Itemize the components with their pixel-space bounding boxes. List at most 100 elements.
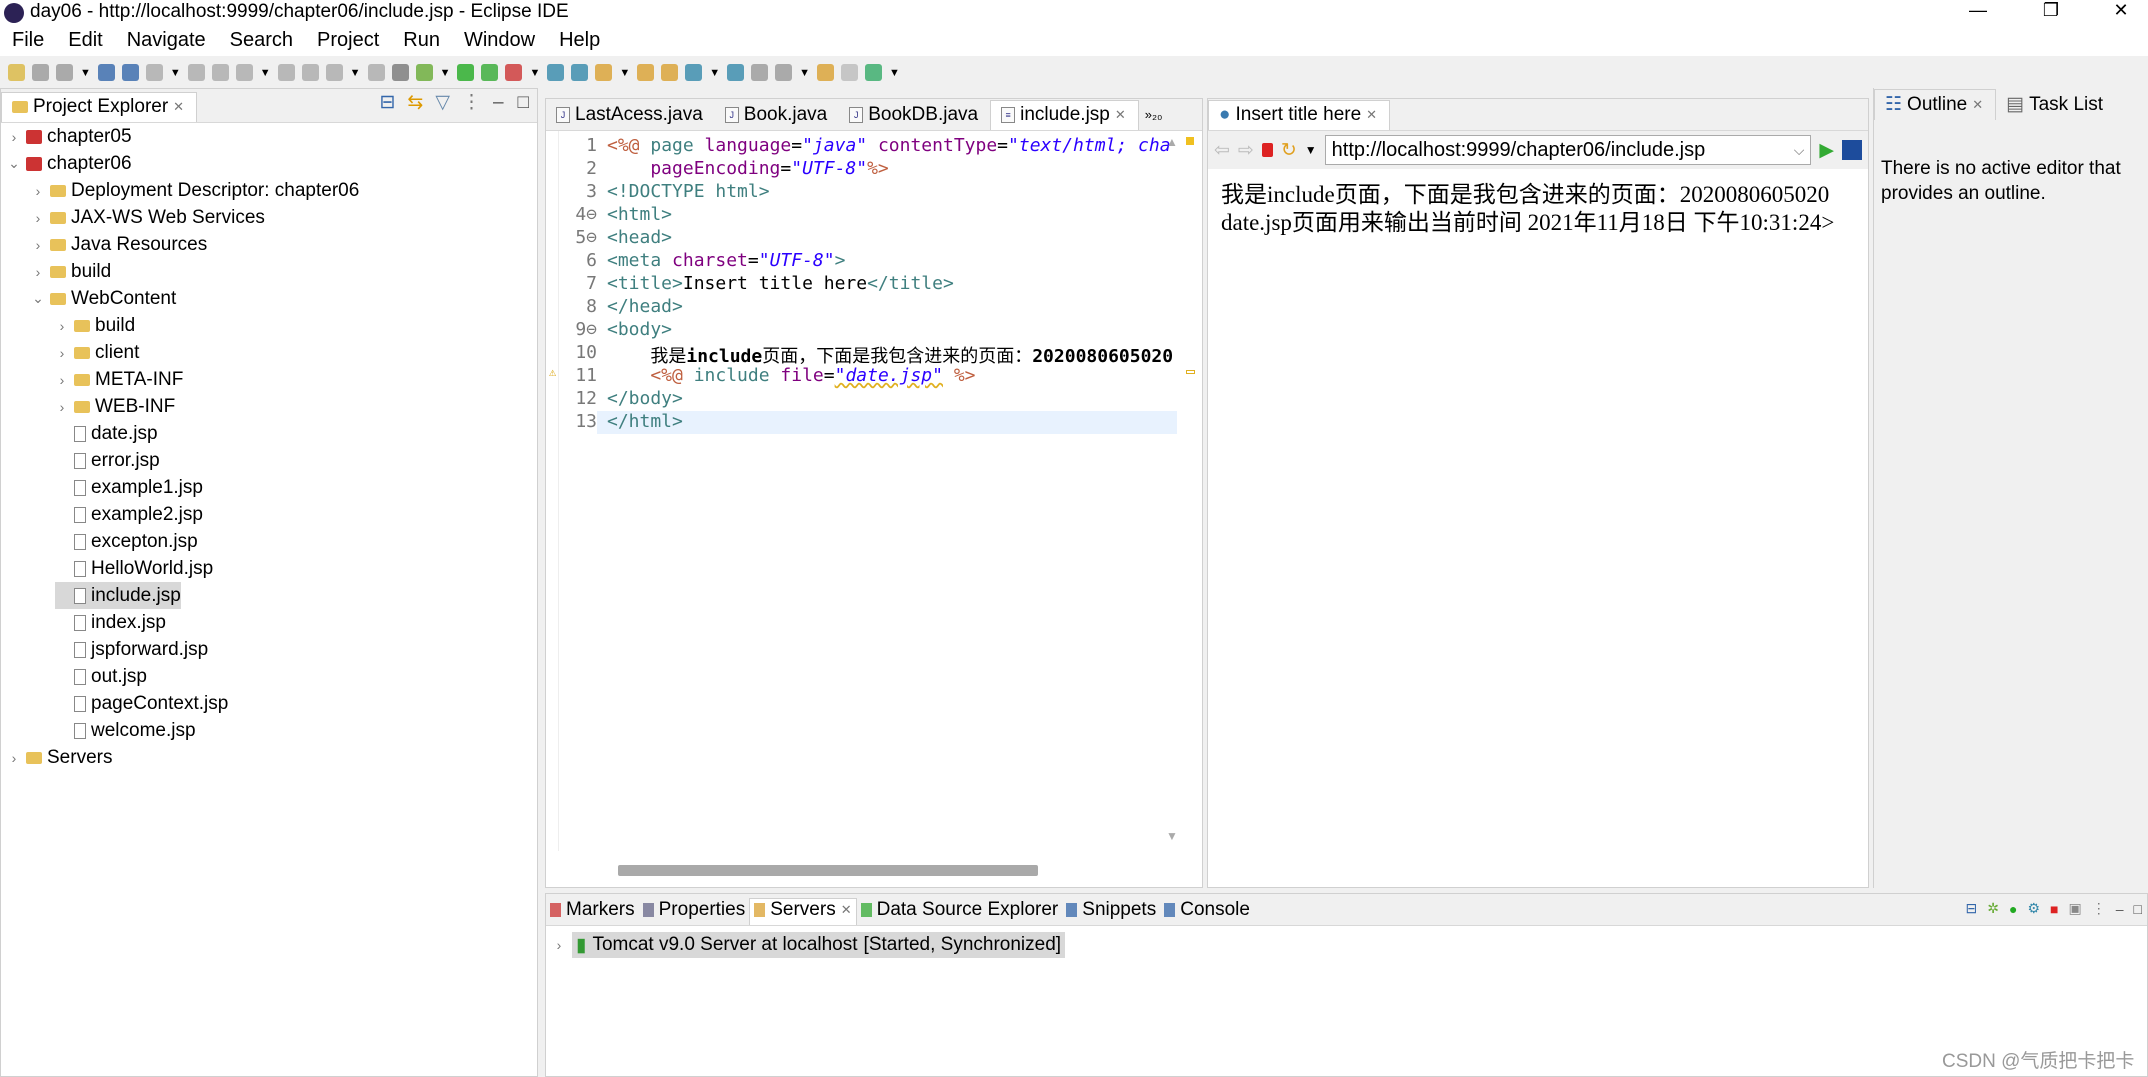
tab-book-java[interactable]: J Book.java — [715, 104, 839, 130]
expand-icon[interactable]: › — [7, 750, 21, 766]
expand-icon[interactable]: › — [55, 318, 69, 334]
coverage-icon[interactable] — [481, 64, 499, 81]
link-with-editor-icon[interactable]: ⇆ — [401, 91, 429, 122]
expand-icon[interactable]: › — [55, 372, 69, 388]
tree-item[interactable]: ⌄ chapter06 — [7, 150, 131, 177]
dropdown-icon[interactable]: ▼ — [170, 67, 181, 79]
dropdown-icon[interactable]: ▼ — [619, 67, 630, 79]
horizontal-scrollbar[interactable] — [618, 865, 1038, 876]
stop-icon[interactable] — [211, 64, 229, 81]
server-row[interactable]: › ▮ Tomcat v9.0 Server at localhost [Sta… — [552, 932, 2147, 958]
tree-item[interactable]: excepton.jsp — [55, 528, 198, 555]
collapse-all-icon[interactable]: ⊟ — [1961, 900, 1983, 925]
close-button[interactable]: ✕ — [2098, 0, 2144, 26]
expand-icon[interactable]: › — [55, 399, 69, 415]
tab-data-source-explorer[interactable]: Data Source Explorer — [857, 899, 1063, 925]
tree-item[interactable]: › chapter05 — [7, 123, 132, 150]
tree-item[interactable]: › META-INF — [55, 366, 184, 393]
go-icon[interactable]: ▶ — [1819, 139, 1834, 162]
tab-outline[interactable]: ☷ Outline ✕ — [1874, 89, 1997, 120]
prev-annotation-icon[interactable] — [775, 64, 793, 81]
tree-item[interactable]: › JAX-WS Web Services — [31, 204, 265, 231]
search-icon[interactable] — [121, 64, 139, 81]
stop-icon[interactable]: ■ — [2045, 901, 2063, 925]
tree-item[interactable]: HelloWorld.jsp — [55, 555, 213, 582]
code-editor[interactable]: 1 <%@ page language="java" contentType="t… — [549, 131, 1202, 851]
external-tools-icon[interactable] — [505, 64, 523, 81]
new-server-icon[interactable] — [547, 64, 565, 81]
tab-bookdb-java[interactable]: J BookDB.java — [839, 104, 990, 130]
tree-item[interactable]: jspforward.jsp — [55, 636, 208, 663]
tab-task-list[interactable]: ▤ Task List — [1996, 93, 2115, 120]
view-menu-icon[interactable]: ⋮ — [2087, 900, 2111, 925]
tree-item[interactable]: out.jsp — [55, 663, 147, 690]
menu-edit[interactable]: Edit — [56, 26, 114, 56]
debug-icon[interactable]: ✲ — [1982, 900, 2004, 925]
collapse-icon[interactable]: ⌄ — [7, 155, 21, 172]
dropdown-icon[interactable]: ▼ — [350, 67, 361, 79]
dropdown-icon[interactable]: ▼ — [529, 67, 540, 79]
terminal-icon[interactable] — [97, 64, 115, 81]
close-icon[interactable]: ✕ — [173, 99, 184, 115]
tree-item[interactable]: ⌄ WebContent — [31, 285, 176, 312]
minimize-button[interactable]: — — [1955, 0, 2001, 26]
menu-file[interactable]: File — [0, 26, 56, 56]
open-task-icon[interactable] — [661, 64, 679, 81]
collapse-all-icon[interactable]: ⊟ — [373, 91, 401, 122]
refresh-icon[interactable]: ↻ — [1281, 139, 1297, 162]
maximize-icon[interactable]: □ — [510, 92, 537, 122]
expand-icon[interactable]: › — [31, 183, 45, 199]
tab-markers[interactable]: Markers — [546, 899, 639, 925]
dropdown-icon[interactable]: ▼ — [260, 67, 271, 79]
dropdown-icon[interactable]: ▼ — [889, 67, 900, 79]
forward-icon[interactable]: ⇨ — [1238, 139, 1254, 162]
menu-search[interactable]: Search — [218, 26, 305, 56]
tree-item[interactable]: include.jsp — [55, 582, 181, 609]
tree-item[interactable]: example1.jsp — [55, 474, 203, 501]
expand-icon[interactable]: › — [552, 937, 566, 953]
close-icon[interactable]: ✕ — [1115, 107, 1126, 123]
step-into-icon[interactable] — [277, 64, 295, 81]
start-icon[interactable]: ● — [2004, 901, 2022, 925]
next-annotation-icon[interactable] — [751, 64, 769, 81]
open-type-icon[interactable] — [595, 64, 613, 81]
resume-icon[interactable] — [145, 64, 163, 81]
new-icon[interactable] — [8, 64, 25, 81]
debug-icon[interactable] — [415, 64, 433, 81]
tree-item[interactable]: error.jsp — [55, 447, 160, 474]
new-java-icon[interactable] — [571, 64, 589, 81]
disconnect-icon[interactable] — [235, 64, 253, 81]
use-step-filters-icon[interactable] — [391, 64, 409, 81]
tab-properties[interactable]: Properties — [639, 899, 750, 925]
tree-item[interactable]: date.jsp — [55, 420, 158, 447]
minimize-icon[interactable]: – — [2111, 901, 2129, 925]
tab-snippets[interactable]: Snippets — [1062, 899, 1160, 925]
stop-icon[interactable] — [1261, 143, 1273, 157]
back-icon[interactable]: ⇦ — [1214, 139, 1230, 162]
dropdown-icon[interactable]: ▼ — [799, 67, 810, 79]
chevron-down-icon[interactable]: ⌵ — [1794, 142, 1805, 159]
minimize-icon[interactable]: – — [487, 92, 510, 122]
maximize-icon[interactable]: □ — [2129, 901, 2147, 925]
open-folder-icon[interactable] — [637, 64, 655, 81]
tab-lastacess-java[interactable]: J LastAcess.java — [546, 104, 715, 130]
tree-item[interactable]: pageContext.jsp — [55, 690, 228, 717]
menu-run[interactable]: Run — [391, 26, 452, 56]
server-row-selection[interactable]: ▮ Tomcat v9.0 Server at localhost [Start… — [572, 932, 1066, 958]
tree-item[interactable]: › Servers — [7, 744, 113, 771]
search-java-icon[interactable] — [727, 64, 745, 81]
tree-item[interactable]: › build — [55, 312, 136, 339]
tree-item[interactable]: › client — [55, 339, 140, 366]
dropdown-icon[interactable]: ▼ — [440, 67, 451, 79]
tree-item[interactable]: index.jsp — [55, 609, 166, 636]
eclipse-browser-icon[interactable] — [1842, 140, 1862, 160]
profile-icon[interactable]: ⚙ — [2022, 900, 2045, 925]
filter-icon[interactable]: ▽ — [429, 91, 456, 122]
tree-item[interactable]: › Java Resources — [31, 231, 208, 258]
more-tabs-button[interactable]: »₂₀ — [1139, 107, 1169, 130]
menu-window[interactable]: Window — [452, 26, 547, 56]
close-icon[interactable]: ✕ — [1972, 97, 1983, 113]
expand-icon[interactable]: › — [55, 345, 69, 361]
suspend-icon[interactable] — [187, 64, 205, 81]
back-icon[interactable] — [817, 64, 835, 81]
